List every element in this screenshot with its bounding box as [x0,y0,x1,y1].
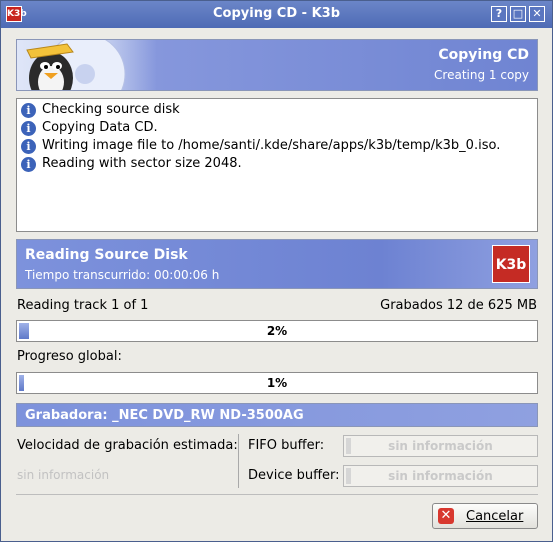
maximize-button[interactable]: □ [510,6,526,22]
info-icon: i [21,121,36,136]
bottom-divider [16,494,538,495]
cancel-button[interactable]: ✕ Cancelar [432,503,538,529]
log-item-text: Reading with sector size 2048. [42,156,242,171]
log-view[interactable]: i Checking source disk i Copying Data CD… [16,98,538,232]
speed-value: sin información [17,468,110,482]
global-progress-bar: 1% [16,372,538,394]
window-title: Copying CD - K3b [213,6,340,21]
log-item-text: Writing image file to /home/santi/.kde/s… [42,138,501,153]
global-progress-label: Progreso global: [17,349,122,364]
track-progress-text: 2% [266,324,288,338]
cancel-icon: ✕ [438,508,454,524]
title-bar[interactable]: K3b Copying CD - K3b ? □ ✕ [1,1,552,28]
info-icon: i [21,103,36,118]
fifo-buffer-text: sin información [388,439,493,453]
info-icon: i [21,139,36,154]
k3b-copy-dialog: K3b Copying CD - K3b ? □ ✕ Copying CD Cr… [0,0,553,542]
fifo-buffer-bar: sin información [343,435,538,457]
track-label: Reading track 1 of 1 [17,298,149,313]
log-item-text: Copying Data CD. [42,120,158,135]
fifo-label: FIFO buffer: [248,438,325,453]
cancel-label: Cancelar [466,509,524,524]
device-buffer-text: sin información [388,469,493,483]
status-banner: Reading Source Disk Tiempo transcurrido:… [16,239,538,289]
status-title: Reading Source Disk [25,247,188,263]
speed-label: Velocidad de grabación estimada: [17,438,238,453]
header-banner: Copying CD Creating 1 copy [16,39,538,91]
device-buffer-bar: sin información [343,465,538,487]
vertical-divider [238,434,239,488]
k3b-logo-icon: K3b [492,245,530,283]
written-size: Grabados 12 de 625 MB [380,298,537,313]
elapsed-time: Tiempo transcurrido: 00:00:06 h [25,268,220,282]
writer-banner: Grabadora: _NEC DVD_RW ND-3500AG [16,403,538,427]
writer-label: Grabadora: _NEC DVD_RW ND-3500AG [25,408,304,423]
close-button[interactable]: ✕ [529,6,545,22]
device-buffer-label: Device buffer: [248,468,340,483]
banner-subtitle: Creating 1 copy [434,68,529,82]
penguin-cd-logo-icon [17,40,157,90]
info-icon: i [21,157,36,172]
log-item-text: Checking source disk [42,102,180,117]
banner-title: Copying CD [438,47,529,63]
global-progress-text: 1% [266,376,288,390]
help-button[interactable]: ? [491,6,507,22]
track-progress-bar: 2% [16,320,538,342]
